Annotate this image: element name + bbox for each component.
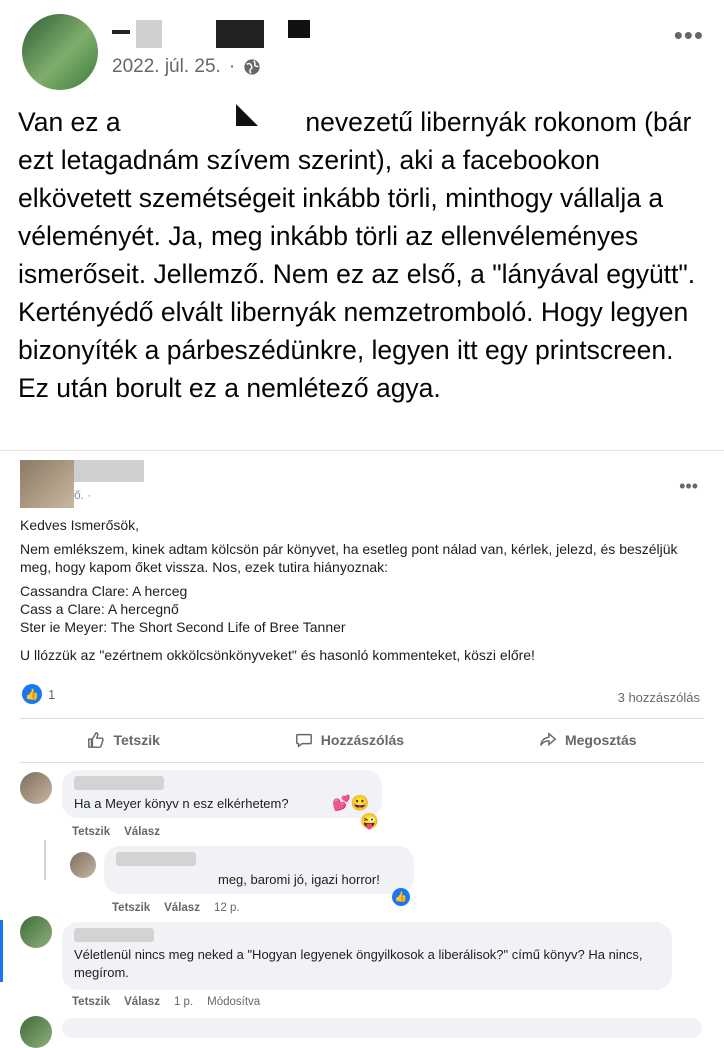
- comment-author-redacted: [74, 776, 164, 790]
- post-text-start: Van ez a: [18, 107, 121, 137]
- shot-more-icon: •••: [679, 476, 698, 496]
- post-body: Van ez a nevezetű libernyák rokonom (bár…: [18, 103, 710, 407]
- shot-share-button: Megosztás: [539, 731, 637, 749]
- shot-paragraph-2: U llózzük az "ezértnem okkölcsönkönyveke…: [20, 647, 535, 663]
- shot-post-body: Kedves Ismerősök, Nem emlékszem, kinek a…: [20, 516, 710, 670]
- like-reaction-icon: 👍: [22, 684, 42, 704]
- reply-bubble: meg, baromi jó, igazi horror!: [104, 846, 414, 894]
- next-comment-bubble: [62, 1018, 702, 1038]
- shot-comment-label: Hozzászólás: [320, 732, 405, 748]
- comment-3-like-link: Tetszik: [72, 996, 111, 1008]
- thread-line: [44, 840, 46, 880]
- comment-3-author-redacted: [74, 928, 154, 942]
- reply-like-link: Tetszik: [112, 902, 151, 914]
- shot-book-1: Cassandra Clare: A herceg: [20, 583, 188, 599]
- shot-greeting: Kedves Ismerősök,: [20, 517, 140, 533]
- comment-bubble: Ha a Meyer könyv n esz elkérhetem? 💕😀: [62, 770, 382, 818]
- reply-reply-link: Válasz: [164, 902, 200, 914]
- reply-actions: Tetszik Válasz 12 p.: [112, 902, 240, 914]
- shot-comment-button: Hozzászólás: [295, 731, 404, 749]
- post-text-rest: nevezetű libernyák rokonom (bár ezt leta…: [18, 107, 696, 403]
- shot-action-bar: Tetszik Hozzászólás Megosztás: [20, 724, 704, 756]
- shot-book-2: Cass a Clare: A hercegnő: [20, 601, 179, 617]
- reply-text: meg, baromi jó, igazi horror!: [218, 872, 380, 887]
- comment-actions: Tetszik Válasz: [72, 826, 160, 838]
- actions-divider-bottom: [20, 762, 704, 763]
- shot-reactions: 👍 1: [22, 684, 55, 704]
- reply-avatar: [70, 852, 96, 878]
- post-meta: 2022. júl. 25. ·: [112, 56, 261, 78]
- shot-comments-count: 3 hozzászólás: [617, 690, 700, 705]
- shot-book-3: Ster ie Meyer: The Short Second Life of …: [20, 619, 346, 635]
- shot-author-name-redacted: [74, 460, 144, 482]
- reply-like-reaction-icon: 👍: [392, 888, 410, 906]
- comment-3-text: Véletlenül nincs meg neked a "Hogyan leg…: [74, 947, 643, 980]
- globe-icon: [244, 59, 260, 75]
- comment-avatar-3: [20, 916, 52, 948]
- redacted-name: [128, 114, 299, 134]
- comment-3-edited: Módosítva: [207, 996, 261, 1008]
- comment-like-link: Tetszik: [72, 826, 111, 838]
- meta-separator: ·: [228, 56, 236, 77]
- comment-avatar: [20, 772, 52, 804]
- shot-like-label: Tetszik: [113, 732, 160, 748]
- shot-author-avatar: [20, 460, 74, 508]
- comment-3-reply-link: Válasz: [124, 996, 160, 1008]
- share-icon: [540, 732, 557, 747]
- comment-icon: [295, 733, 312, 748]
- post-more-icon[interactable]: •••: [674, 20, 704, 51]
- post-date[interactable]: 2022. júl. 25.: [112, 56, 221, 78]
- reply-author-redacted: [116, 852, 196, 866]
- next-comment-avatar: [20, 1016, 52, 1048]
- comment-emoji-extra: 😜: [360, 813, 379, 830]
- comment-3-time: 1 p.: [173, 996, 194, 1008]
- author-avatar[interactable]: [22, 14, 98, 90]
- comment-bubble-3: Véletlenül nincs meg neked a "Hogyan leg…: [62, 922, 672, 990]
- highlight-bar: [0, 920, 3, 982]
- comment-text: Ha a Meyer könyv n esz elkérhetem?: [74, 796, 289, 811]
- reply-time: 12 p.: [213, 902, 240, 914]
- shot-like-button: Tetszik: [87, 731, 160, 749]
- comment-reply-link: Válasz: [124, 826, 160, 838]
- reaction-count: 1: [48, 686, 56, 702]
- shot-post-date: ő. ·: [74, 488, 92, 502]
- thumbs-up-icon: [88, 732, 105, 748]
- comment-emojis: 💕😀: [332, 795, 370, 812]
- shot-share-label: Megosztás: [564, 732, 637, 748]
- shot-paragraph-1: Nem emlékszem, kinek adtam kölcsön pár k…: [20, 541, 678, 575]
- comment-3-actions: Tetszik Válasz 1 p. Módosítva: [72, 996, 260, 1008]
- actions-divider-top: [20, 718, 704, 719]
